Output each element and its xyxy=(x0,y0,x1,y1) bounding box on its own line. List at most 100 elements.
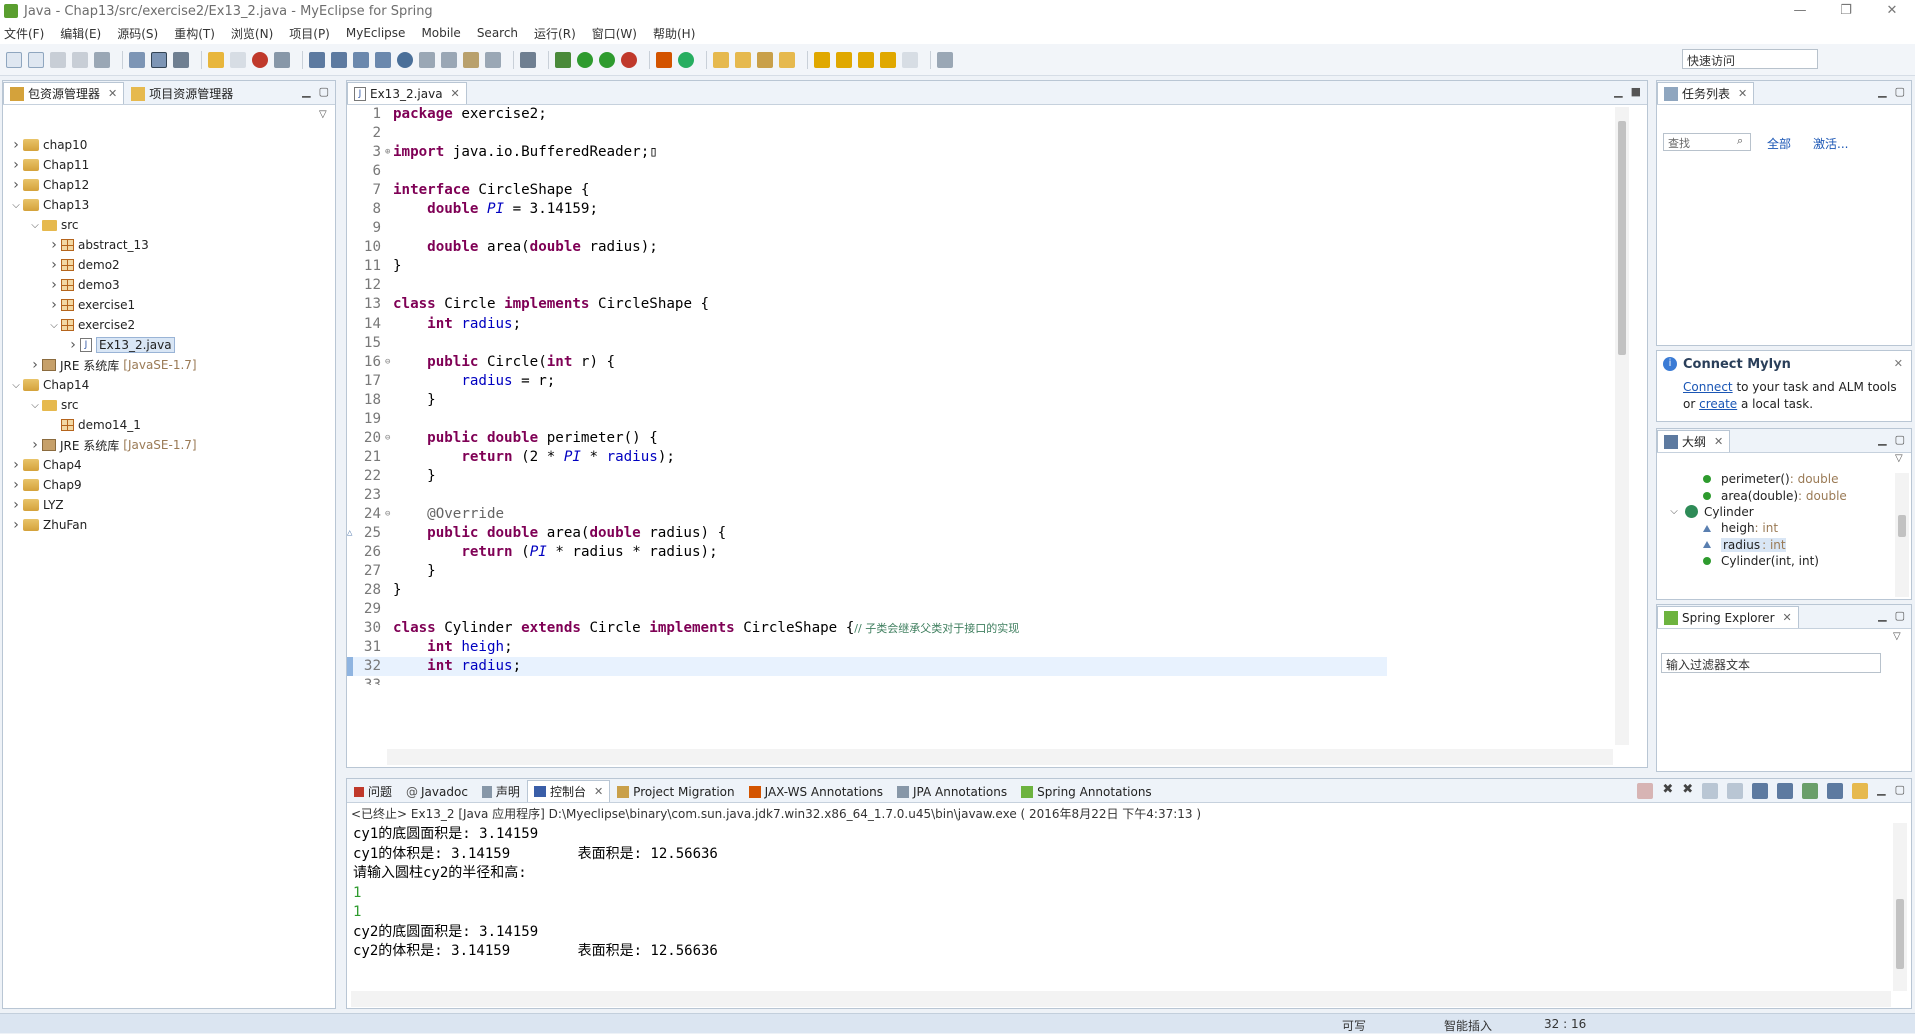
save-all-icon[interactable] xyxy=(72,51,88,68)
globe-icon[interactable] xyxy=(397,51,413,68)
outline-scroll-thumb[interactable] xyxy=(1898,515,1906,537)
chevron-right-icon[interactable]: › xyxy=(9,177,23,193)
open-file-icon[interactable] xyxy=(779,51,795,68)
tab-ex13-2-java[interactable]: J Ex13_2.java ✕ xyxy=(347,82,467,104)
new-icon[interactable] xyxy=(6,51,22,68)
refresh-icon[interactable] xyxy=(441,51,457,68)
forward-icon[interactable] xyxy=(902,51,918,68)
console-horizontal-scrollbar[interactable] xyxy=(351,991,1891,1007)
code-line[interactable]: 20 ⊖ public double perimeter() { xyxy=(347,429,1387,448)
tab-javadoc[interactable]: @ Javadoc xyxy=(399,780,475,802)
code-line[interactable]: 12 xyxy=(347,276,1387,295)
code-editor[interactable]: 1 package exercise2; 2 3 ⊕ import java.io.Buf… xyxy=(347,105,1387,685)
package-icon[interactable] xyxy=(656,51,672,68)
menu-navigate[interactable]: 浏览(N) xyxy=(231,25,273,42)
minimize-task-list-icon[interactable]: ▁ xyxy=(1878,85,1886,98)
menu-refactor[interactable]: 重构(T) xyxy=(174,25,215,42)
new-java-class-icon[interactable] xyxy=(678,51,694,68)
chevron-right-icon[interactable]: › xyxy=(47,277,61,293)
code-line[interactable]: 7 interface CircleShape { xyxy=(347,181,1387,200)
terminate-icon[interactable] xyxy=(1637,783,1654,799)
code-line[interactable]: 16 ⊖ public Circle(int r) { xyxy=(347,353,1387,372)
clear-console-icon[interactable] xyxy=(1702,783,1719,799)
minimize-outline-icon[interactable]: ▁ xyxy=(1878,433,1886,446)
spring-filter-input[interactable]: 输入过滤器文本 xyxy=(1661,653,1881,673)
chevron-right-icon[interactable]: › xyxy=(47,237,61,253)
menu-project[interactable]: 项目(P) xyxy=(289,25,330,42)
pin-console-icon[interactable] xyxy=(1802,783,1819,799)
spring-view-menu-icon[interactable]: ▽ xyxy=(1893,631,1901,642)
outline-item[interactable]: Cylinder(int, int) xyxy=(1657,553,1911,569)
close-console-icon[interactable]: ✕ xyxy=(594,785,603,798)
code-line[interactable]: 29 xyxy=(347,600,1387,619)
code-line[interactable]: 3 ⊕ import java.io.BufferedReader;▯ xyxy=(347,143,1387,162)
menu-source[interactable]: 源码(S) xyxy=(117,25,158,42)
tree-item-demo14-1[interactable]: demo14_1 xyxy=(3,415,335,435)
tree-item-chap14[interactable]: ⌵ Chap14 xyxy=(3,375,335,395)
outline-item[interactable]: ⌵ Cylinder xyxy=(1657,504,1911,520)
pin-editor-icon[interactable] xyxy=(937,51,953,68)
deploy-icon[interactable] xyxy=(252,51,268,68)
tab-console[interactable]: 控制台 ✕ xyxy=(526,780,611,802)
menu-window[interactable]: 窗口(W) xyxy=(592,25,637,42)
tab-spring-annotations[interactable]: Spring Annotations xyxy=(1014,780,1159,802)
code-line[interactable]: 8 double PI = 3.14159; xyxy=(347,200,1387,219)
chevron-down-icon[interactable]: ⌵ xyxy=(47,320,61,331)
activate-task-link[interactable]: 激活... xyxy=(1813,135,1848,152)
code-line[interactable]: 28} xyxy=(347,581,1387,600)
tab-problems[interactable]: 问题 xyxy=(347,780,399,802)
tree-item-abstract-13[interactable]: › abstract_13 xyxy=(3,235,335,255)
close-button[interactable]: ✕ xyxy=(1869,0,1915,22)
tree-item-exercise1[interactable]: › exercise1 xyxy=(3,295,335,315)
code-line[interactable]: △ 25 public double area(double radius) { xyxy=(347,524,1387,543)
maximize-spring-icon[interactable]: ▢ xyxy=(1895,609,1905,622)
code-line[interactable]: 32 int radius; xyxy=(347,657,1387,677)
tab-declaration[interactable]: 声明 xyxy=(475,780,527,802)
debug-icon[interactable] xyxy=(555,51,571,68)
tab-jpa[interactable]: JPA Annotations xyxy=(890,780,1014,802)
wrench-icon[interactable] xyxy=(173,51,189,68)
fold-toggle-icon[interactable]: ⊖ xyxy=(385,505,393,524)
last-edit-icon[interactable] xyxy=(858,51,874,68)
scroll-lock-icon[interactable] xyxy=(1727,783,1744,799)
show-on-error-icon[interactable] xyxy=(1777,783,1794,799)
menu-file[interactable]: 文件(F) xyxy=(4,25,44,42)
create-link[interactable]: create xyxy=(1699,397,1737,411)
database-icon[interactable] xyxy=(485,51,501,68)
close-editor-icon[interactable]: ✕ xyxy=(451,87,460,100)
new-project-icon[interactable] xyxy=(28,51,44,68)
menu-myeclipse[interactable]: MyEclipse xyxy=(346,26,406,40)
close-mylyn-icon[interactable]: ✕ xyxy=(1894,357,1903,370)
console-scroll-thumb[interactable] xyxy=(1896,899,1904,969)
fold-toggle-icon[interactable]: ⊕ xyxy=(385,143,393,162)
open-folder-icon[interactable] xyxy=(713,51,729,68)
maximize-outline-icon[interactable]: ▢ xyxy=(1895,433,1905,446)
tree-item-chap12[interactable]: › Chap12 xyxy=(3,175,335,195)
tab-project-explorer[interactable]: 项目资源管理器 xyxy=(124,82,240,104)
tree-item-chap11[interactable]: › Chap11 xyxy=(3,155,335,175)
code-line[interactable]: 31 int heigh; xyxy=(347,638,1387,657)
editor-horizontal-scrollbar[interactable] xyxy=(387,749,1613,765)
minimize-view-icon[interactable]: ▁ xyxy=(302,85,310,98)
code-line[interactable]: 11} xyxy=(347,257,1387,276)
code-line[interactable]: 2 xyxy=(347,124,1387,143)
folder-icon[interactable] xyxy=(419,51,435,68)
connect-link[interactable]: Connect xyxy=(1683,380,1733,394)
remove-all-icon[interactable]: ✖ xyxy=(1682,783,1693,799)
code-line[interactable]: 1 package exercise2; xyxy=(347,105,1387,124)
outline-item[interactable]: radius : int xyxy=(1657,537,1911,553)
chevron-right-icon[interactable]: › xyxy=(28,357,42,373)
chevron-right-icon[interactable]: › xyxy=(66,337,80,353)
code-line[interactable]: 19 xyxy=(347,410,1387,429)
editor-vertical-scrollbar[interactable] xyxy=(1615,107,1629,745)
new-interface-icon[interactable] xyxy=(331,51,347,68)
tree-item-jre-[interactable]: › JRE 系统库 [JavaSE-1.7] xyxy=(3,435,335,455)
print-icon[interactable] xyxy=(94,51,110,68)
restore-button[interactable]: ❐ xyxy=(1823,0,1869,22)
maximize-console-icon[interactable]: ▢ xyxy=(1895,783,1905,799)
chevron-right-icon[interactable]: › xyxy=(9,477,23,493)
outline-item[interactable]: heigh : int xyxy=(1657,520,1911,536)
camera-icon[interactable] xyxy=(520,51,536,68)
run-icon[interactable] xyxy=(577,51,593,68)
chevron-down-icon[interactable]: ⌵ xyxy=(28,220,42,231)
